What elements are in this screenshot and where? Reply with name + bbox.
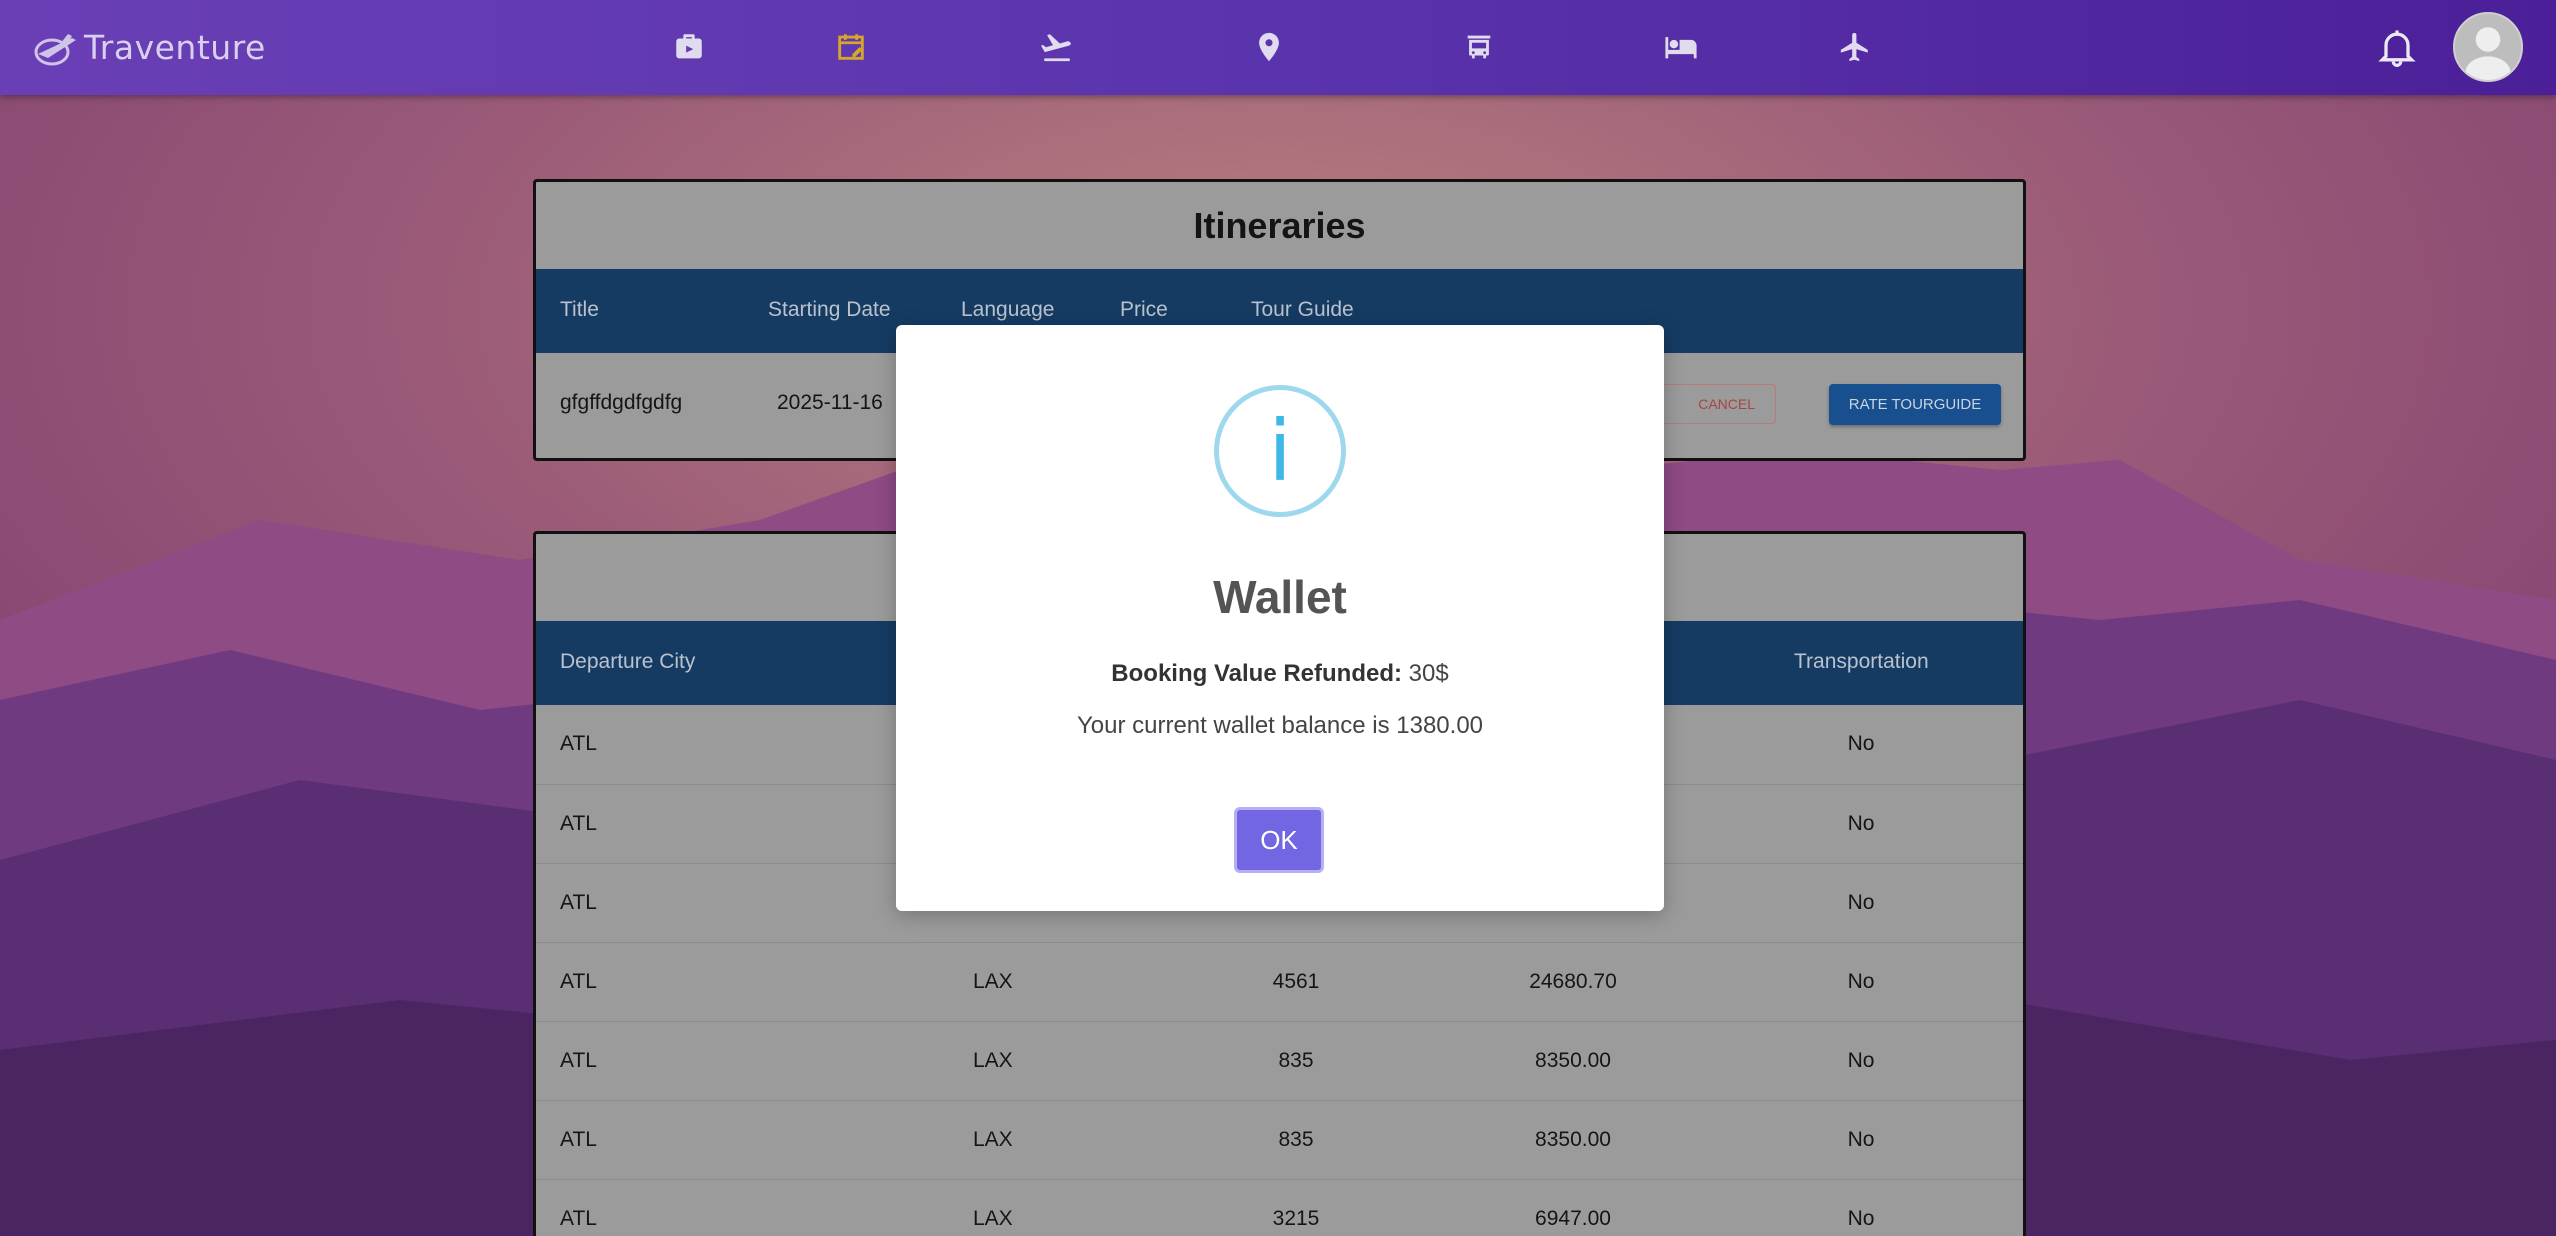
itineraries-title: Itineraries bbox=[1193, 204, 1366, 246]
departure-city-cell: ATL bbox=[560, 1128, 597, 1151]
col-tour-guide: Tour Guide bbox=[1251, 298, 1354, 321]
col-starting-date: Starting Date bbox=[768, 298, 891, 321]
transportation-cell: No bbox=[1847, 891, 1875, 914]
price-cell: 24680.70 bbox=[1529, 970, 1617, 993]
col-transportation: Transportation bbox=[1794, 650, 1929, 673]
transportation-cell: No bbox=[1847, 1049, 1875, 1072]
refund-label: Booking Value Refunded: bbox=[1111, 660, 1402, 687]
col-title: Title bbox=[560, 298, 599, 321]
flight-number-cell: 835 bbox=[1278, 1128, 1314, 1151]
transportation-cell: No bbox=[1847, 1128, 1875, 1151]
price-cell: 6947.00 bbox=[1535, 1207, 1611, 1230]
transportation-cell: No bbox=[1847, 732, 1875, 755]
arrival-city-cell: LAX bbox=[973, 970, 1013, 993]
bus-icon[interactable] bbox=[1458, 26, 1500, 68]
ok-button[interactable]: OK bbox=[1234, 807, 1324, 873]
rate-tourguide-button[interactable]: RATE TOURGUIDE bbox=[1829, 384, 2001, 425]
col-language: Language bbox=[961, 298, 1055, 321]
user-avatar[interactable] bbox=[2453, 12, 2523, 82]
transportation-cell: No bbox=[1847, 812, 1875, 835]
wallet-balance-text: Your current wallet balance is 1380.00 bbox=[1076, 712, 1484, 739]
price-cell: 8350.00 bbox=[1535, 1049, 1611, 1072]
itinerary-title: gfgffdgdfgdfg bbox=[560, 391, 683, 414]
calendar-edit-icon[interactable] bbox=[830, 26, 872, 68]
flight-number-cell: 835 bbox=[1278, 1049, 1314, 1072]
table-row: ATL LAX 3215 6947.00 No bbox=[536, 1179, 2023, 1236]
itinerary-start-date: 2025-11-16 bbox=[777, 391, 883, 414]
refund-value: 30$ bbox=[1408, 660, 1449, 687]
col-price: Price bbox=[1120, 298, 1168, 321]
flight-number-cell: 4561 bbox=[1272, 970, 1320, 993]
departure-city-cell: ATL bbox=[560, 1207, 597, 1230]
price-cell: 8350.00 bbox=[1535, 1128, 1611, 1151]
refund-line: Booking Value Refunded: 30$ bbox=[896, 660, 1664, 688]
table-row: ATL LAX 835 8350.00 No bbox=[536, 1021, 2023, 1100]
info-icon: i bbox=[1214, 385, 1346, 517]
transportation-cell: No bbox=[1847, 1207, 1875, 1230]
airplane-icon[interactable] bbox=[1834, 26, 1876, 68]
table-row: ATL LAX 835 8350.00 No bbox=[536, 1100, 2023, 1179]
top-navbar: Traventure bbox=[0, 0, 2556, 95]
col-departure-city: Departure City bbox=[560, 650, 696, 673]
notification-bell-icon[interactable] bbox=[2375, 24, 2419, 70]
airplane-globe-icon bbox=[34, 34, 76, 66]
flight-takeoff-icon[interactable] bbox=[1036, 26, 1078, 68]
location-pin-icon[interactable] bbox=[1248, 26, 1290, 68]
dialog-title: Wallet bbox=[1213, 571, 1347, 623]
transportation-cell: No bbox=[1847, 970, 1875, 993]
departure-city-cell: ATL bbox=[560, 970, 597, 993]
table-row: ATL LAX 4561 24680.70 No bbox=[536, 942, 2023, 1021]
brand-logo[interactable]: Traventure bbox=[32, 22, 266, 72]
flight-number-cell: 3215 bbox=[1272, 1207, 1320, 1230]
bed-icon[interactable] bbox=[1660, 26, 1702, 68]
arrival-city-cell: LAX bbox=[973, 1049, 1013, 1072]
arrival-city-cell: LAX bbox=[973, 1128, 1013, 1151]
departure-city-cell: ATL bbox=[560, 1049, 597, 1072]
departure-city-cell: ATL bbox=[560, 812, 597, 835]
arrival-city-cell: LAX bbox=[973, 1207, 1013, 1230]
departure-city-cell: ATL bbox=[560, 891, 597, 914]
wallet-dialog: i Wallet Booking Value Refunded: 30$ You… bbox=[896, 325, 1664, 911]
briefcase-icon[interactable] bbox=[668, 26, 710, 68]
departure-city-cell: ATL bbox=[560, 732, 597, 755]
brand-name: Traventure bbox=[84, 27, 266, 67]
